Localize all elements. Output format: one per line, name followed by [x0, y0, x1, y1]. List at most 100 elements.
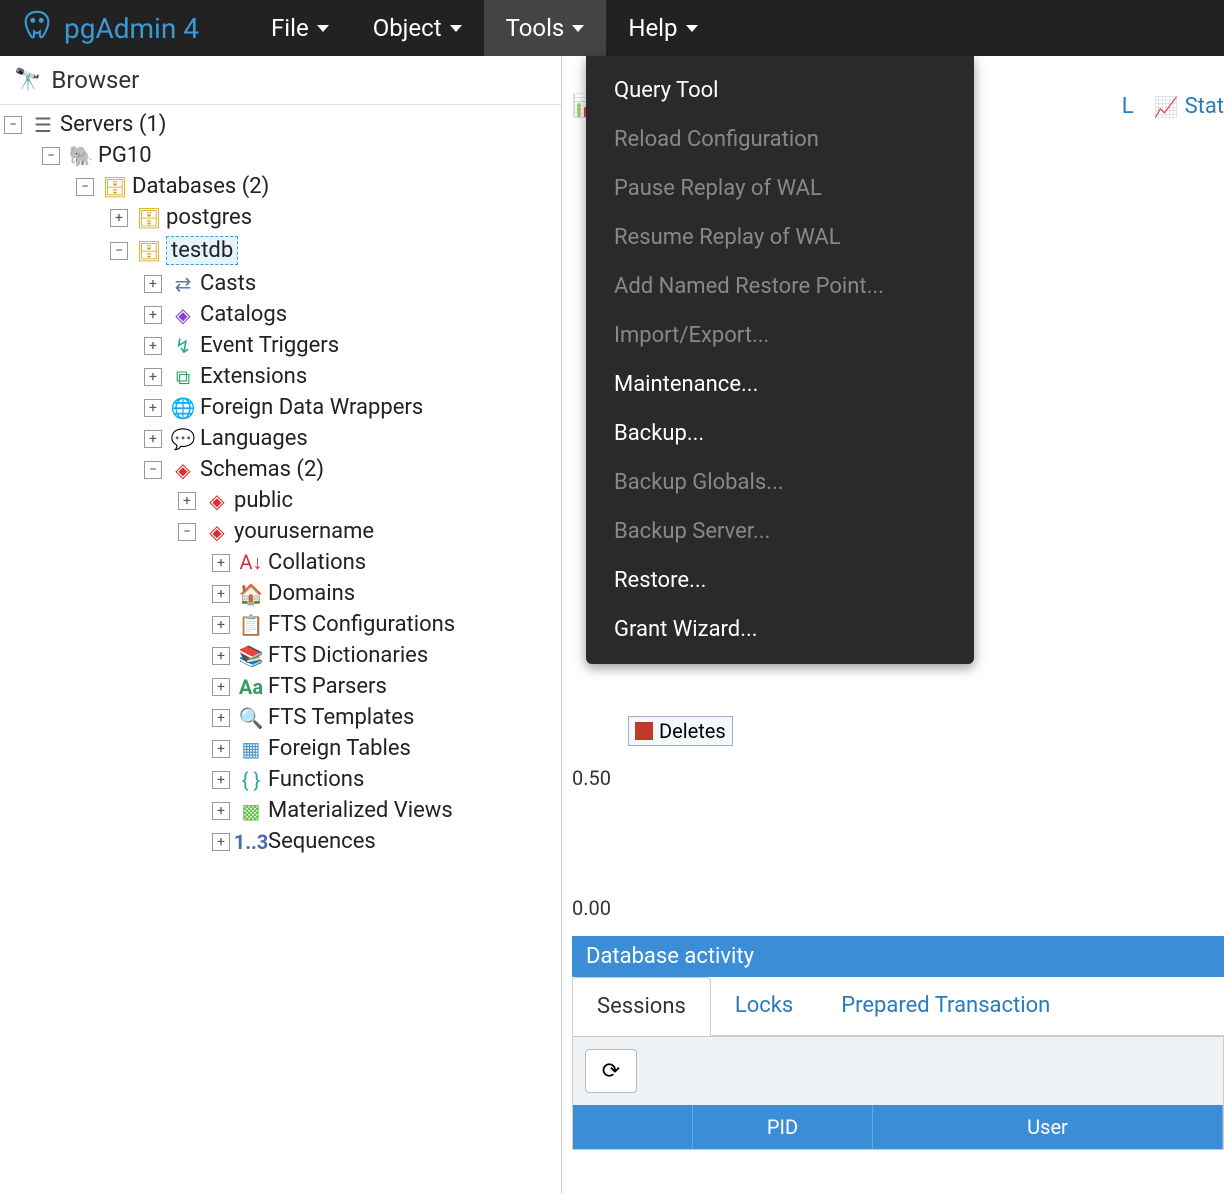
- expand-icon[interactable]: [212, 740, 230, 758]
- menu-object-label: Object: [373, 14, 442, 42]
- tools-backup[interactable]: Backup...: [586, 409, 974, 458]
- tree-catalogs[interactable]: ◈ Catalogs: [4, 299, 561, 330]
- tree-label: FTS Parsers: [268, 674, 387, 699]
- tree-testdb[interactable]: 🗄 testdb: [4, 233, 561, 268]
- tree-fts-config[interactable]: 📋 FTS Configurations: [4, 609, 561, 640]
- expand-icon[interactable]: [144, 275, 162, 293]
- tree-databases[interactable]: 🗄 Databases (2): [4, 171, 561, 202]
- menu-file[interactable]: File: [249, 0, 351, 56]
- collapse-icon[interactable]: [178, 523, 196, 541]
- tree-fdw[interactable]: 🌐 Foreign Data Wrappers: [4, 392, 561, 423]
- tree-functions[interactable]: { } Functions: [4, 764, 561, 795]
- tools-restore-point: Add Named Restore Point...: [586, 262, 974, 311]
- catalogs-icon: ◈: [170, 303, 196, 327]
- db-activity-tabs: Sessions Locks Prepared Transaction: [572, 977, 1224, 1036]
- tab-locks[interactable]: Locks: [711, 977, 817, 1035]
- tab-l[interactable]: L: [1122, 94, 1134, 119]
- fts-dict-icon: 📚: [238, 644, 264, 668]
- tree-fts-dict[interactable]: 📚 FTS Dictionaries: [4, 640, 561, 671]
- sequences-icon: 1..3: [238, 830, 264, 854]
- tools-restore[interactable]: Restore...: [586, 556, 974, 605]
- browser-panel: 🔭 Browser ☰ Servers (1) 🐘 PG10 🗄 Databas…: [0, 56, 562, 1194]
- tree-yourusername[interactable]: ◈ yourusername: [4, 516, 561, 547]
- tree-label: FTS Templates: [268, 705, 414, 730]
- caret-down-icon: [450, 25, 462, 32]
- tools-backup-server: Backup Server...: [586, 507, 974, 556]
- legend-label: Deletes: [659, 719, 726, 743]
- menu-help-label: Help: [628, 14, 677, 42]
- pgadmin-elephant-icon: [20, 9, 54, 47]
- tree-foreign-tables[interactable]: ▦ Foreign Tables: [4, 733, 561, 764]
- tree-sequences[interactable]: 1..3 Sequences: [4, 826, 561, 857]
- expand-icon[interactable]: [144, 399, 162, 417]
- tree-label: testdb: [166, 236, 238, 265]
- col-blank[interactable]: [573, 1105, 693, 1149]
- collapse-icon[interactable]: [4, 116, 22, 134]
- server-group-icon: ☰: [30, 113, 56, 137]
- expand-icon[interactable]: [110, 209, 128, 227]
- menu-tools[interactable]: Tools: [484, 0, 607, 56]
- tree-domains[interactable]: 🏠 Domains: [4, 578, 561, 609]
- menu-tools-label: Tools: [506, 14, 565, 42]
- tree-label: Servers (1): [60, 112, 166, 137]
- expand-icon[interactable]: [212, 585, 230, 603]
- expand-icon[interactable]: [212, 554, 230, 572]
- refresh-button[interactable]: ⟳: [585, 1049, 637, 1093]
- tools-maintenance[interactable]: Maintenance...: [586, 360, 974, 409]
- schema-icon: ◈: [204, 520, 230, 544]
- expand-icon[interactable]: [212, 771, 230, 789]
- tree-public[interactable]: ◈ public: [4, 485, 561, 516]
- tree-label: Collations: [268, 550, 366, 575]
- menu-help[interactable]: Help: [606, 0, 719, 56]
- fts-templates-icon: 🔍: [238, 706, 264, 730]
- tree-label: public: [234, 488, 293, 513]
- chart-legend-deletes[interactable]: Deletes: [628, 716, 733, 746]
- tree-label: Domains: [268, 581, 355, 606]
- expand-icon[interactable]: [144, 337, 162, 355]
- menu-object[interactable]: Object: [351, 0, 484, 56]
- logo[interactable]: pgAdmin 4: [20, 9, 199, 47]
- domains-icon: 🏠: [238, 582, 264, 606]
- expand-icon[interactable]: [178, 492, 196, 510]
- collapse-icon[interactable]: [110, 242, 128, 260]
- expand-icon[interactable]: [212, 709, 230, 727]
- tree-languages[interactable]: 💬 Languages: [4, 423, 561, 454]
- collapse-icon[interactable]: [76, 178, 94, 196]
- tree-label: postgres: [166, 205, 252, 230]
- col-user[interactable]: User: [873, 1105, 1223, 1149]
- expand-icon[interactable]: [212, 616, 230, 634]
- tab-sessions[interactable]: Sessions: [572, 977, 711, 1036]
- chart-icon: 📈: [1154, 95, 1179, 119]
- tree-extensions[interactable]: ⧉ Extensions: [4, 361, 561, 392]
- tools-query-tool[interactable]: Query Tool: [586, 66, 974, 115]
- tree-label: Materialized Views: [268, 798, 453, 823]
- tree-label: Event Triggers: [200, 333, 339, 358]
- expand-icon[interactable]: [212, 647, 230, 665]
- tab-prepared[interactable]: Prepared Transaction: [817, 977, 1074, 1035]
- tools-grant-wizard[interactable]: Grant Wizard...: [586, 605, 974, 654]
- expand-icon[interactable]: [212, 802, 230, 820]
- tree-mviews[interactable]: ▩ Materialized Views: [4, 795, 561, 826]
- collapse-icon[interactable]: [144, 461, 162, 479]
- topbar: pgAdmin 4 File Object Tools Help Query T…: [0, 0, 1224, 56]
- tree-label: Schemas (2): [200, 457, 324, 482]
- tree-collations[interactable]: A↓ Collations: [4, 547, 561, 578]
- tree-pg10[interactable]: 🐘 PG10: [4, 140, 561, 171]
- tree-servers[interactable]: ☰ Servers (1): [4, 109, 561, 140]
- col-pid[interactable]: PID: [693, 1105, 873, 1149]
- tree-fts-templates[interactable]: 🔍 FTS Templates: [4, 702, 561, 733]
- tree-casts[interactable]: ⇄ Casts: [4, 268, 561, 299]
- tree-postgres[interactable]: 🗄 postgres: [4, 202, 561, 233]
- expand-icon[interactable]: [212, 678, 230, 696]
- collations-icon: A↓: [238, 550, 264, 575]
- tree-schemas[interactable]: ◈ Schemas (2): [4, 454, 561, 485]
- tab-stat[interactable]: 📈 Stat: [1154, 94, 1224, 119]
- expand-icon[interactable]: [144, 306, 162, 324]
- expand-icon[interactable]: [212, 833, 230, 851]
- expand-icon[interactable]: [144, 368, 162, 386]
- tree-fts-parsers[interactable]: Aa FTS Parsers: [4, 671, 561, 702]
- expand-icon[interactable]: [144, 430, 162, 448]
- collapse-icon[interactable]: [42, 147, 60, 165]
- tree-event-triggers[interactable]: ↯ Event Triggers: [4, 330, 561, 361]
- tree-label: yourusername: [234, 519, 374, 544]
